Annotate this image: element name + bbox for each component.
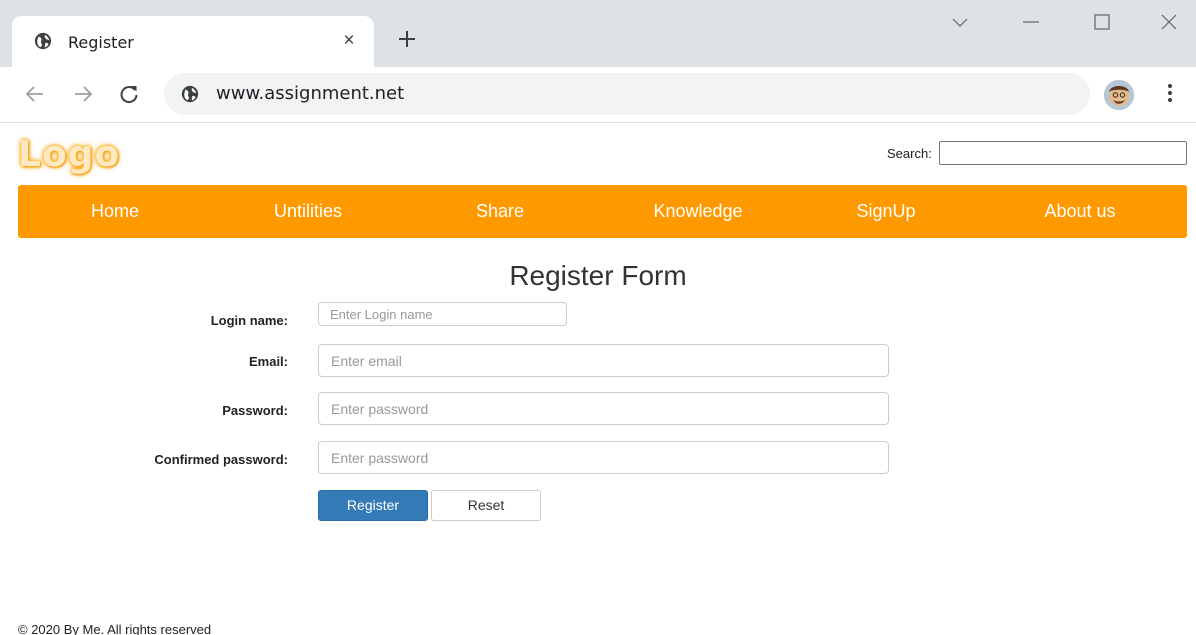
confirm-password-input[interactable]	[318, 441, 889, 474]
browser-toolbar: www.assignment.net	[0, 67, 1196, 123]
form-title: Register Form	[509, 260, 687, 291]
browser-tab-strip: Register ×	[0, 0, 1196, 67]
forward-arrow-icon[interactable]	[72, 83, 94, 105]
browser-tab[interactable]: Register ×	[12, 16, 374, 67]
footer-copyright: © 2020 By Me. All rights reserved	[18, 622, 212, 635]
password-input[interactable]	[318, 392, 889, 425]
web-page: Logo Search: Home Untilities Share Knowl…	[0, 124, 1196, 635]
window-close-icon[interactable]	[1159, 12, 1179, 32]
address-url[interactable]: www.assignment.net	[216, 83, 404, 104]
reset-button[interactable]: Reset	[431, 490, 541, 521]
nav-item-knowledge[interactable]: Knowledge	[653, 185, 742, 238]
site-logo[interactable]: Logo	[18, 134, 120, 175]
nav-item-home[interactable]: Home	[91, 185, 139, 238]
nav-item-about-us[interactable]: About us	[1044, 185, 1115, 238]
profile-avatar[interactable]	[1104, 80, 1134, 110]
email-label: Email:	[248, 354, 288, 369]
password-label: Password:	[222, 403, 288, 418]
tab-title: Register	[68, 33, 134, 52]
search-label: Search:	[887, 146, 932, 161]
tab-close-icon[interactable]: ×	[339, 31, 359, 51]
tab-search-chevron-icon[interactable]	[950, 12, 970, 32]
email-input[interactable]	[318, 344, 889, 377]
globe-icon	[34, 32, 52, 50]
login-name-input[interactable]	[318, 302, 567, 326]
reload-icon[interactable]	[118, 83, 140, 105]
nav-item-signup[interactable]: SignUp	[856, 185, 915, 238]
new-tab-plus-icon[interactable]	[396, 28, 418, 50]
more-menu-icon[interactable]	[1160, 81, 1180, 105]
main-nav-bar: Home Untilities Share Knowledge SignUp A…	[18, 185, 1187, 238]
minimize-icon[interactable]	[1021, 12, 1041, 32]
search-input[interactable]	[939, 141, 1187, 165]
nav-item-share[interactable]: Share	[476, 185, 524, 238]
site-info-globe-icon[interactable]	[181, 85, 199, 103]
back-arrow-icon[interactable]	[24, 83, 46, 105]
avatar-face-icon	[1104, 80, 1134, 110]
nav-item-utilities[interactable]: Untilities	[274, 185, 342, 238]
register-button[interactable]: Register	[318, 490, 428, 521]
login-name-label: Login name:	[210, 313, 288, 328]
address-bar[interactable]: www.assignment.net	[164, 73, 1090, 115]
maximize-icon[interactable]	[1092, 12, 1112, 32]
confirm-password-label: Confirmed password:	[154, 452, 288, 467]
